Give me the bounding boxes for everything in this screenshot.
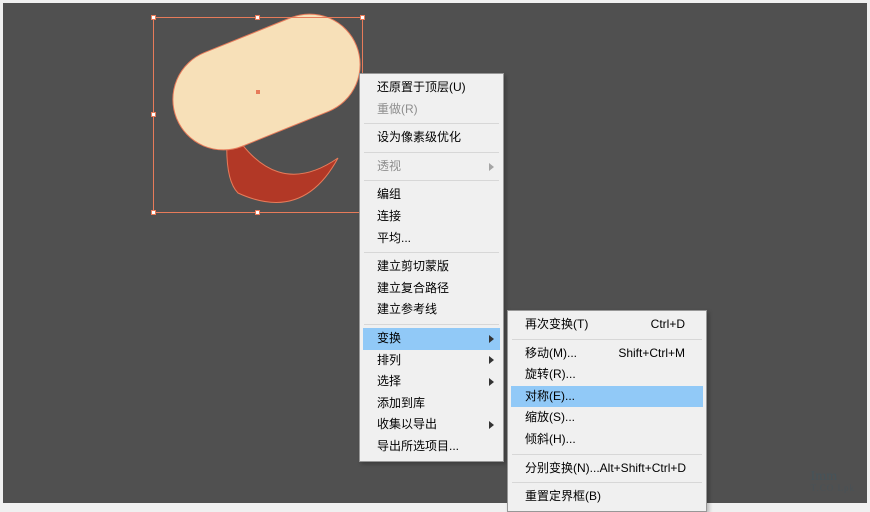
watermark-sub: T.CO Lpk	[811, 484, 855, 493]
selection-bounds[interactable]	[153, 17, 363, 213]
menu-reflect[interactable]: 对称(E)...	[511, 386, 703, 408]
menu-label: 添加到库	[377, 396, 425, 412]
menu-label: 排列	[377, 353, 401, 369]
menu-compound-path[interactable]: 建立复合路径	[363, 278, 500, 300]
menu-label: 建立剪切蒙版	[377, 259, 449, 275]
canvas-area[interactable]: 还原置于顶层(U) 重做(R) 设为像素级优化 透视 编组 连接 平均... 建…	[3, 3, 867, 503]
selection-center	[256, 90, 260, 94]
menu-redo[interactable]: 重做(R)	[363, 99, 500, 121]
submenu-arrow-icon	[489, 356, 494, 364]
resize-handle-tr[interactable]	[360, 15, 365, 20]
menu-label: 平均...	[377, 231, 411, 247]
resize-handle-bl[interactable]	[151, 210, 156, 215]
menu-average[interactable]: 平均...	[363, 228, 500, 250]
menu-select[interactable]: 选择	[363, 371, 500, 393]
menu-separator	[364, 180, 499, 181]
menu-shortcut: Ctrl+D	[651, 317, 685, 333]
menu-label: 选择	[377, 374, 401, 390]
menu-label: 变换	[377, 331, 401, 347]
menu-separator	[512, 482, 702, 483]
menu-label: 导出所选项目...	[377, 439, 459, 455]
menu-transform-each[interactable]: 分别变换(N)...Alt+Shift+Ctrl+D	[511, 458, 703, 480]
submenu-arrow-icon	[489, 163, 494, 171]
menu-label: 设为像素级优化	[377, 130, 461, 146]
menu-label: 建立参考线	[377, 302, 437, 318]
submenu-arrow-icon	[489, 378, 494, 386]
context-menu-transform: 再次变换(T) Ctrl+D 移动(M)... Shift+Ctrl+M 旋转(R)…	[507, 310, 707, 512]
menu-export-selection[interactable]: 导出所选项目...	[363, 436, 500, 458]
menu-separator	[364, 252, 499, 253]
menu-label: 重置定界框(B)	[525, 489, 601, 505]
menu-shear[interactable]: 倾斜(H)...	[511, 429, 703, 451]
menu-rotate[interactable]: 旋转(R)...	[511, 364, 703, 386]
menu-shortcut: Shift+Ctrl+M	[618, 346, 685, 362]
menu-label: 再次变换(T)	[525, 317, 588, 333]
menu-label: 还原置于顶层(U)	[377, 80, 466, 96]
menu-label: 编组	[377, 187, 401, 203]
menu-make-guide[interactable]: 建立参考线	[363, 299, 500, 321]
menu-label: 重做(R)	[377, 102, 418, 118]
menu-transform[interactable]: 变换	[363, 328, 500, 350]
resize-handle-ml[interactable]	[151, 112, 156, 117]
menu-label: 移动(M)...	[525, 346, 577, 362]
resize-handle-tl[interactable]	[151, 15, 156, 20]
menu-label: 分别变换(N)...	[525, 461, 600, 477]
menu-label: 旋转(R)...	[525, 367, 576, 383]
menu-label: 建立复合路径	[377, 281, 449, 297]
menu-separator	[512, 339, 702, 340]
submenu-arrow-icon	[489, 335, 494, 343]
menu-move[interactable]: 移动(M)... Shift+Ctrl+M	[511, 343, 703, 365]
menu-transform-again[interactable]: 再次变换(T) Ctrl+D	[511, 314, 703, 336]
menu-shortcut: Alt+Shift+Ctrl+D	[600, 461, 686, 477]
menu-arrange[interactable]: 排列	[363, 350, 500, 372]
submenu-arrow-icon	[489, 421, 494, 429]
watermark-main: Imm	[811, 469, 837, 484]
menu-separator	[364, 152, 499, 153]
menu-label: 对称(E)...	[525, 389, 575, 405]
menu-group[interactable]: 编组	[363, 184, 500, 206]
menu-separator	[364, 324, 499, 325]
resize-handle-tm[interactable]	[255, 15, 260, 20]
context-menu-main: 还原置于顶层(U) 重做(R) 设为像素级优化 透视 编组 连接 平均... 建…	[359, 73, 504, 462]
menu-add-library[interactable]: 添加到库	[363, 393, 500, 415]
menu-separator	[364, 123, 499, 124]
menu-undo[interactable]: 还原置于顶层(U)	[363, 77, 500, 99]
menu-perspective[interactable]: 透视	[363, 156, 500, 178]
menu-reset-bbox[interactable]: 重置定界框(B)	[511, 486, 703, 508]
watermark: Imm T.CO Lpk	[811, 470, 855, 493]
menu-scale[interactable]: 缩放(S)...	[511, 407, 703, 429]
menu-pixel-optimize[interactable]: 设为像素级优化	[363, 127, 500, 149]
menu-label: 收集以导出	[377, 417, 437, 433]
resize-handle-bm[interactable]	[255, 210, 260, 215]
menu-join[interactable]: 连接	[363, 206, 500, 228]
menu-separator	[512, 454, 702, 455]
menu-label: 倾斜(H)...	[525, 432, 576, 448]
menu-clipping-mask[interactable]: 建立剪切蒙版	[363, 256, 500, 278]
menu-label: 连接	[377, 209, 401, 225]
menu-collect-export[interactable]: 收集以导出	[363, 414, 500, 436]
menu-label: 缩放(S)...	[525, 410, 575, 426]
menu-label: 透视	[377, 159, 401, 175]
